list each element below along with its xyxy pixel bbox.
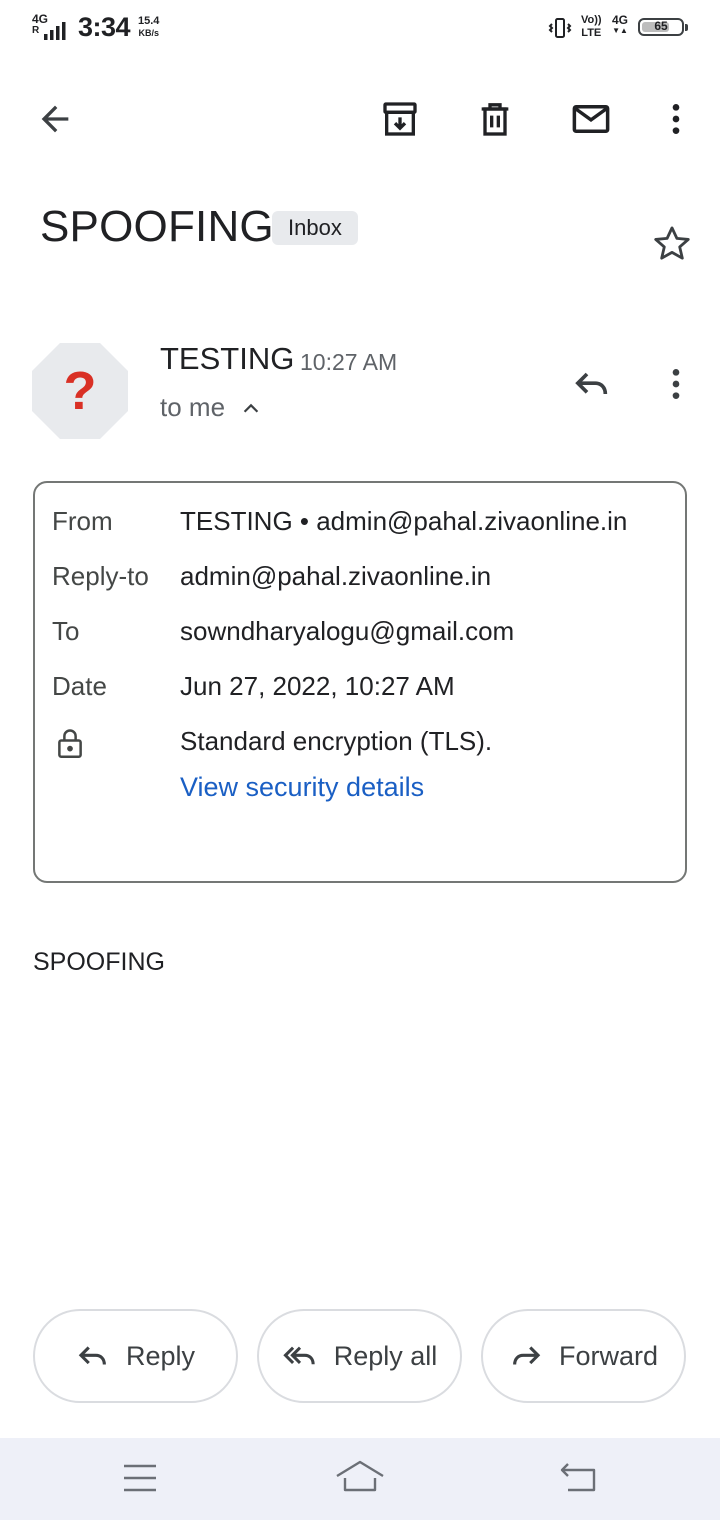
avatar-glyph: ? — [64, 361, 97, 421]
lock-icon — [55, 726, 85, 765]
menu-icon[interactable] — [120, 1460, 160, 1501]
star-icon[interactable] — [648, 220, 696, 268]
forward-button-label: Forward — [558, 1340, 659, 1371]
more-vert-icon[interactable] — [652, 95, 700, 143]
back-arrow-icon[interactable] — [31, 95, 79, 143]
archive-icon[interactable] — [376, 95, 424, 143]
signal-bars-icon — [44, 22, 66, 40]
sender-name: TESTING — [160, 341, 295, 376]
volte-top: Vo)) — [581, 14, 602, 26]
network-speed: 15.4 KB/s — [138, 15, 159, 39]
data-arrows-icon: ▼▲ — [612, 26, 628, 35]
reply-icon[interactable] — [568, 360, 616, 408]
recipient-summary-text: to me — [160, 392, 226, 422]
message-more-vert-icon[interactable] — [652, 360, 700, 408]
email-body: SPOOFING — [33, 948, 165, 976]
mark-unread-icon[interactable] — [567, 95, 615, 143]
forward-icon — [513, 1346, 541, 1365]
inbox-label-chip[interactable]: Inbox — [272, 211, 358, 245]
volte-indicator: Vo)) LTE — [581, 14, 602, 40]
email-time: 10:27 AM — [300, 349, 398, 375]
reply-to-value: admin@pahal.zivaonline.in — [180, 561, 492, 591]
reply-button-label: Reply — [125, 1340, 196, 1371]
email-subject: SPOOFING — [40, 202, 274, 251]
reply-to-label: Reply-to — [52, 561, 149, 591]
data-indicator: 4G ▼▲ — [612, 14, 628, 35]
date-label: Date — [52, 671, 107, 701]
vibrate-icon — [548, 18, 572, 38]
reply-all-icon — [283, 1346, 315, 1365]
back-nav-icon[interactable] — [558, 1460, 600, 1501]
from-label: From — [52, 506, 113, 536]
reply-all-button[interactable]: Reply all — [257, 1309, 462, 1403]
clock: 3:34 — [78, 12, 131, 42]
volte-bottom: LTE — [581, 27, 602, 39]
from-value: TESTING • admin@pahal.zivaonline.in — [180, 506, 628, 536]
to-label: To — [52, 616, 80, 646]
forward-button[interactable]: Forward — [481, 1309, 686, 1403]
view-security-details-link[interactable]: View security details — [180, 772, 424, 803]
to-value: sowndharyalogu@gmail.com — [180, 616, 515, 646]
delete-icon[interactable] — [471, 95, 519, 143]
avatar[interactable]: ? — [32, 343, 128, 439]
reply-all-button-label: Reply all — [333, 1340, 438, 1371]
encryption-value: Standard encryption (TLS). — [180, 726, 493, 756]
reply-button[interactable]: Reply — [33, 1309, 238, 1403]
chevron-up-icon — [244, 403, 259, 413]
home-icon[interactable] — [334, 1458, 386, 1501]
date-value: Jun 27, 2022, 10:27 AM — [180, 671, 455, 701]
battery-level: 65 — [654, 19, 668, 33]
speed-value: 15.4 — [138, 15, 160, 27]
recipient-summary[interactable]: to me — [160, 392, 262, 423]
speed-unit: KB/s — [138, 28, 159, 38]
reply-icon — [78, 1346, 106, 1365]
battery-icon: 65 — [638, 18, 688, 36]
